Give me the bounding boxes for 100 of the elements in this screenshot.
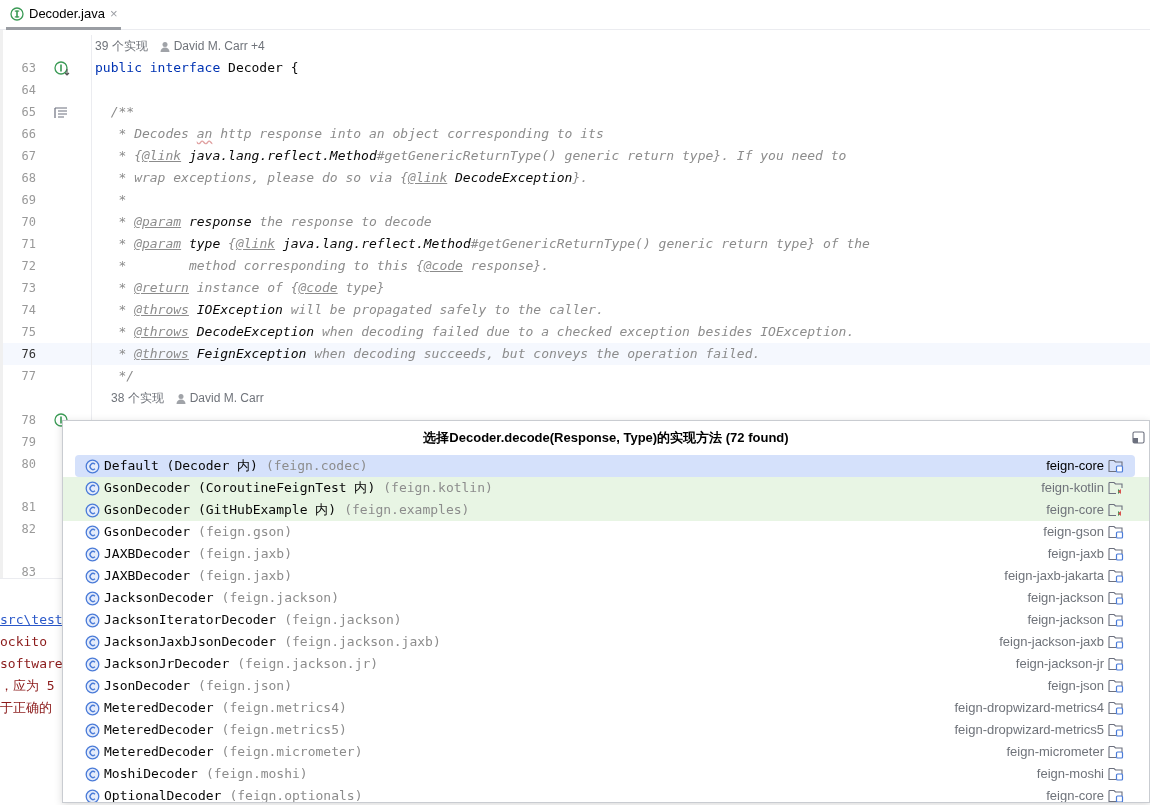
code-line: */: [117, 367, 135, 386]
code-line: * Decodes an http response into an object corresponding to its: [117, 125, 604, 144]
line-number: 72: [20, 258, 36, 275]
implementation-item[interactable]: JacksonDecoder (feign.jackson) feign-jackson: [63, 587, 1149, 609]
line-number: 81: [20, 499, 36, 516]
line-number: 63: [20, 60, 36, 77]
line-number: 79: [20, 434, 36, 451]
line-number: 82: [20, 521, 36, 538]
line-number: 83: [20, 564, 36, 578]
implementation-item[interactable]: MeteredDecoder (feign.micrometer) feign-micrometer: [63, 741, 1149, 763]
module-folder-icon: [1108, 700, 1124, 716]
author-hint[interactable]: David M. Carr: [189, 389, 264, 407]
popup-title: 选择Decoder.decode(Response, Type)的实现方法 (72 found): [423, 429, 789, 448]
implementations-hint[interactable]: 39 个实现: [95, 37, 148, 55]
module-folder-icon: [1108, 546, 1124, 562]
line-number: 64: [20, 82, 36, 99]
class-icon: [85, 458, 100, 474]
class-icon: [85, 502, 100, 518]
line-number: 71: [20, 236, 36, 253]
reader-mode-icon: [54, 105, 68, 119]
module-folder-icon: [1108, 744, 1124, 760]
interface-icon: [10, 6, 24, 21]
implementation-item[interactable]: MeteredDecoder (feign.metrics4) feign-dropwizard-metrics4: [63, 697, 1149, 719]
class-icon: [85, 788, 100, 802]
author-hint[interactable]: David M. Carr +4: [173, 37, 265, 55]
implementations-hint[interactable]: 38 个实现: [111, 389, 164, 407]
line-number: 75: [20, 324, 36, 341]
implementation-item[interactable]: GsonDecoder (feign.gson) feign-gson: [63, 521, 1149, 543]
file-tab[interactable]: Decoder.java ×: [6, 0, 122, 30]
class-icon: [85, 766, 100, 782]
implementation-item[interactable]: MeteredDecoder (feign.metrics5) feign-dropwizard-metrics5: [63, 719, 1149, 741]
resize-button[interactable]: [1132, 431, 1145, 444]
code-line: * @throws FeignException when decoding succeeds, but conveys the operation failed.: [117, 345, 761, 364]
code-line: * {@link java.lang.reflect.Method#getGenericReturnType() generic return type}. If you need to: [117, 147, 847, 166]
code-line: * @param response the response to decode: [117, 213, 432, 232]
code-line: * @throws DecodeException when decoding failed due to a checked exception besides IOException.: [117, 323, 855, 342]
line-number: 73: [20, 280, 36, 297]
code-line: public interface Decoder {: [94, 59, 299, 78]
implementation-item[interactable]: Default (Decoder 内) (feign.codec) feign-core: [75, 455, 1135, 477]
class-icon: [85, 656, 100, 672]
module-folder-icon: [1108, 458, 1124, 474]
module-folder-icon: [1108, 568, 1124, 584]
code-line: /**: [109, 103, 135, 122]
console-line: software: [0, 655, 63, 673]
line-number: 68: [20, 170, 36, 187]
line-number: 80: [20, 456, 36, 473]
module-folder-icon: [1108, 524, 1124, 540]
module-folder-icon: [1108, 590, 1124, 606]
class-icon: [85, 546, 100, 562]
module-folder-icon: [1108, 656, 1124, 672]
line-number: 69: [20, 192, 36, 209]
implementation-item[interactable]: JAXBDecoder (feign.jaxb) feign-jaxb: [63, 543, 1149, 565]
implementation-item[interactable]: JAXBDecoder (feign.jaxb) feign-jaxb-jakarta: [63, 565, 1149, 587]
code-line: * @return instance of {@code type}: [117, 279, 385, 298]
line-number: 67: [20, 148, 36, 165]
code-line: *: [117, 191, 127, 210]
author-icon: [175, 392, 186, 404]
line-number: 76: [20, 346, 36, 363]
implementation-item[interactable]: MoshiDecoder (feign.moshi) feign-moshi: [63, 763, 1149, 785]
line-number: 78: [20, 412, 36, 429]
line-number: 70: [20, 214, 36, 231]
class-icon: [85, 590, 100, 606]
implementation-item[interactable]: JsonDecoder (feign.json) feign-json: [63, 675, 1149, 697]
line-number: 65: [20, 104, 36, 121]
class-icon: [85, 722, 100, 738]
author-icon: [159, 40, 170, 52]
class-icon: [85, 744, 100, 760]
class-icon: [85, 678, 100, 694]
code-line: * @param type {@link java.lang.reflect.Method#getGenericReturnType() generic return type} of the: [117, 235, 870, 254]
class-icon: [85, 700, 100, 716]
module-folder-icon: [1108, 722, 1124, 738]
module-folder-icon: [1108, 612, 1124, 628]
implementation-item[interactable]: GsonDecoder (CoroutineFeignTest 内) (feign.kotlin) feign-kotlin: [63, 477, 1149, 499]
code-line: * method corresponding to this {@code response}.: [117, 257, 549, 276]
class-icon: [85, 612, 100, 628]
implementation-item[interactable]: JacksonIteratorDecoder (feign.jackson) feign-jackson: [63, 609, 1149, 631]
line-number: 74: [20, 302, 36, 319]
implementation-item[interactable]: JacksonJrDecoder (feign.jackson.jr) feign-jackson-jr: [63, 653, 1149, 675]
line-number: 66: [20, 126, 36, 143]
implementation-item[interactable]: GsonDecoder (GitHubExample 内) (feign.examples) feign-core: [63, 499, 1149, 521]
class-icon: [85, 568, 100, 584]
implemented-icon: [54, 413, 68, 427]
console-line: ，应为 5: [0, 677, 55, 695]
module-folder-icon: [1108, 678, 1124, 694]
class-icon: [85, 634, 100, 650]
console-line: 于正确的: [0, 699, 52, 717]
implemented-icon: [54, 60, 70, 76]
module-folder-icon: [1108, 634, 1124, 650]
code-line: * @throws IOException will be propagated safely to the caller.: [117, 301, 604, 320]
test-folder-icon: [1108, 480, 1124, 496]
implementation-item[interactable]: JacksonJaxbJsonDecoder (feign.jackson.jaxb) feign-jackson-jaxb: [63, 631, 1149, 653]
file-link[interactable]: src\test: [0, 609, 63, 631]
test-folder-icon: [1108, 502, 1124, 518]
console-line: ockito: [0, 633, 47, 651]
module-folder-icon: [1108, 766, 1124, 782]
line-number: 77: [20, 368, 36, 385]
resize-icon: [1132, 431, 1145, 444]
class-icon: [85, 524, 100, 540]
class-icon: [85, 480, 100, 496]
code-line: * wrap exceptions, please do so via {@link DecodeException}.: [117, 169, 589, 188]
